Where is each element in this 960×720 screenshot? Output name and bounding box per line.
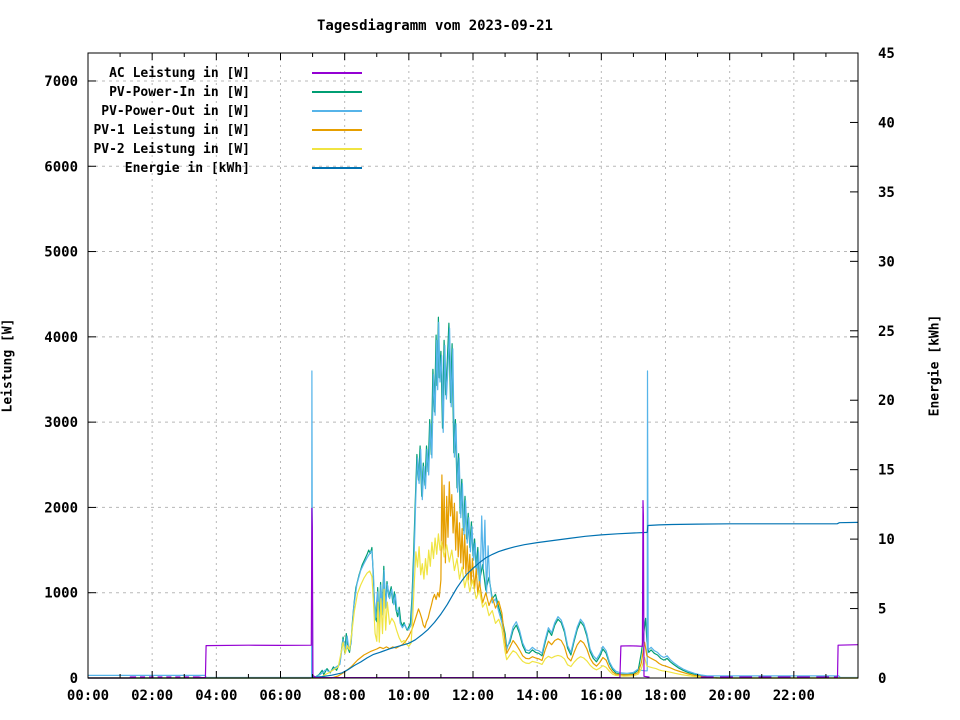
legend-item-pv2-leistung: PV-2 Leistung in [W] bbox=[40, 139, 362, 158]
legend-line-sample bbox=[312, 109, 362, 112]
x-tick-label: 00:00 bbox=[67, 688, 109, 704]
y-left-tick-label: 2000 bbox=[44, 500, 78, 516]
x-tick-label: 12:00 bbox=[452, 688, 494, 704]
y-right-tick-label: 45 bbox=[878, 46, 895, 62]
legend-item-ac-leistung: AC Leistung in [W] bbox=[40, 63, 362, 82]
legend-line-sample bbox=[312, 166, 362, 169]
x-tick-label: 10:00 bbox=[388, 688, 430, 704]
y-left-tick-label: 1000 bbox=[44, 586, 78, 602]
x-tick-label: 06:00 bbox=[259, 688, 301, 704]
y-right-tick-label: 0 bbox=[878, 671, 886, 687]
x-tick-label: 14:00 bbox=[516, 688, 558, 704]
y-left-tick-label: 3000 bbox=[44, 415, 78, 431]
legend-line-sample bbox=[312, 128, 362, 131]
legend-line-sample bbox=[312, 90, 362, 93]
chart-title: Tagesdiagramm vom 2023-09-21 bbox=[316, 18, 553, 34]
y-axis-label-left: Leistung [W] bbox=[0, 318, 16, 413]
legend-line-sample bbox=[312, 71, 362, 74]
y-right-tick-label: 10 bbox=[878, 532, 895, 548]
legend-label: PV-2 Leistung in [W] bbox=[93, 142, 250, 157]
legend-label: PV-Power-Out in [W] bbox=[101, 104, 250, 119]
x-tick-label: 16:00 bbox=[580, 688, 622, 704]
y-right-tick-label: 35 bbox=[878, 185, 895, 201]
y-right-tick-label: 15 bbox=[878, 463, 895, 479]
legend-line-sample bbox=[312, 147, 362, 150]
y-left-tick-label: 4000 bbox=[44, 330, 78, 346]
x-tick-label: 20:00 bbox=[709, 688, 751, 704]
y-axis-label-right: Energie [kWh] bbox=[927, 314, 943, 417]
x-tick-label: 02:00 bbox=[131, 688, 173, 704]
y-left-tick-label: 0 bbox=[70, 671, 78, 687]
x-tick-label: 04:00 bbox=[195, 688, 237, 704]
y-right-tick-label: 5 bbox=[878, 602, 886, 618]
y-right-tick-label: 40 bbox=[878, 115, 895, 131]
x-tick-label: 22:00 bbox=[773, 688, 815, 704]
legend-label: Energie in [kWh] bbox=[124, 161, 250, 176]
legend-label: PV-1 Leistung in [W] bbox=[93, 123, 250, 138]
legend-label: AC Leistung in [W] bbox=[109, 66, 250, 81]
daily-pv-chart: 0 1000 2000 3000 4000 5000 6000 7000 0 5 10 15 20 25 3… bbox=[0, 0, 960, 720]
legend-item-pv1-leistung: PV-1 Leistung in [W] bbox=[40, 120, 362, 139]
legend: AC Leistung in [W] PV-Power-In in [W] PV… bbox=[40, 63, 362, 177]
legend-item-pv-power-in: PV-Power-In in [W] bbox=[40, 82, 362, 101]
y-right-tick-label: 25 bbox=[878, 324, 895, 340]
y-left-tick-label: 5000 bbox=[44, 245, 78, 261]
x-tick-label: 18:00 bbox=[644, 688, 686, 704]
y-right-tick-label: 20 bbox=[878, 393, 895, 409]
legend-item-energie: Energie in [kWh] bbox=[40, 158, 362, 177]
legend-item-pv-power-out: PV-Power-Out in [W] bbox=[40, 101, 362, 120]
y-right-tick-label: 30 bbox=[878, 254, 895, 270]
x-tick-label: 08:00 bbox=[324, 688, 366, 704]
legend-label: PV-Power-In in [W] bbox=[109, 85, 250, 100]
